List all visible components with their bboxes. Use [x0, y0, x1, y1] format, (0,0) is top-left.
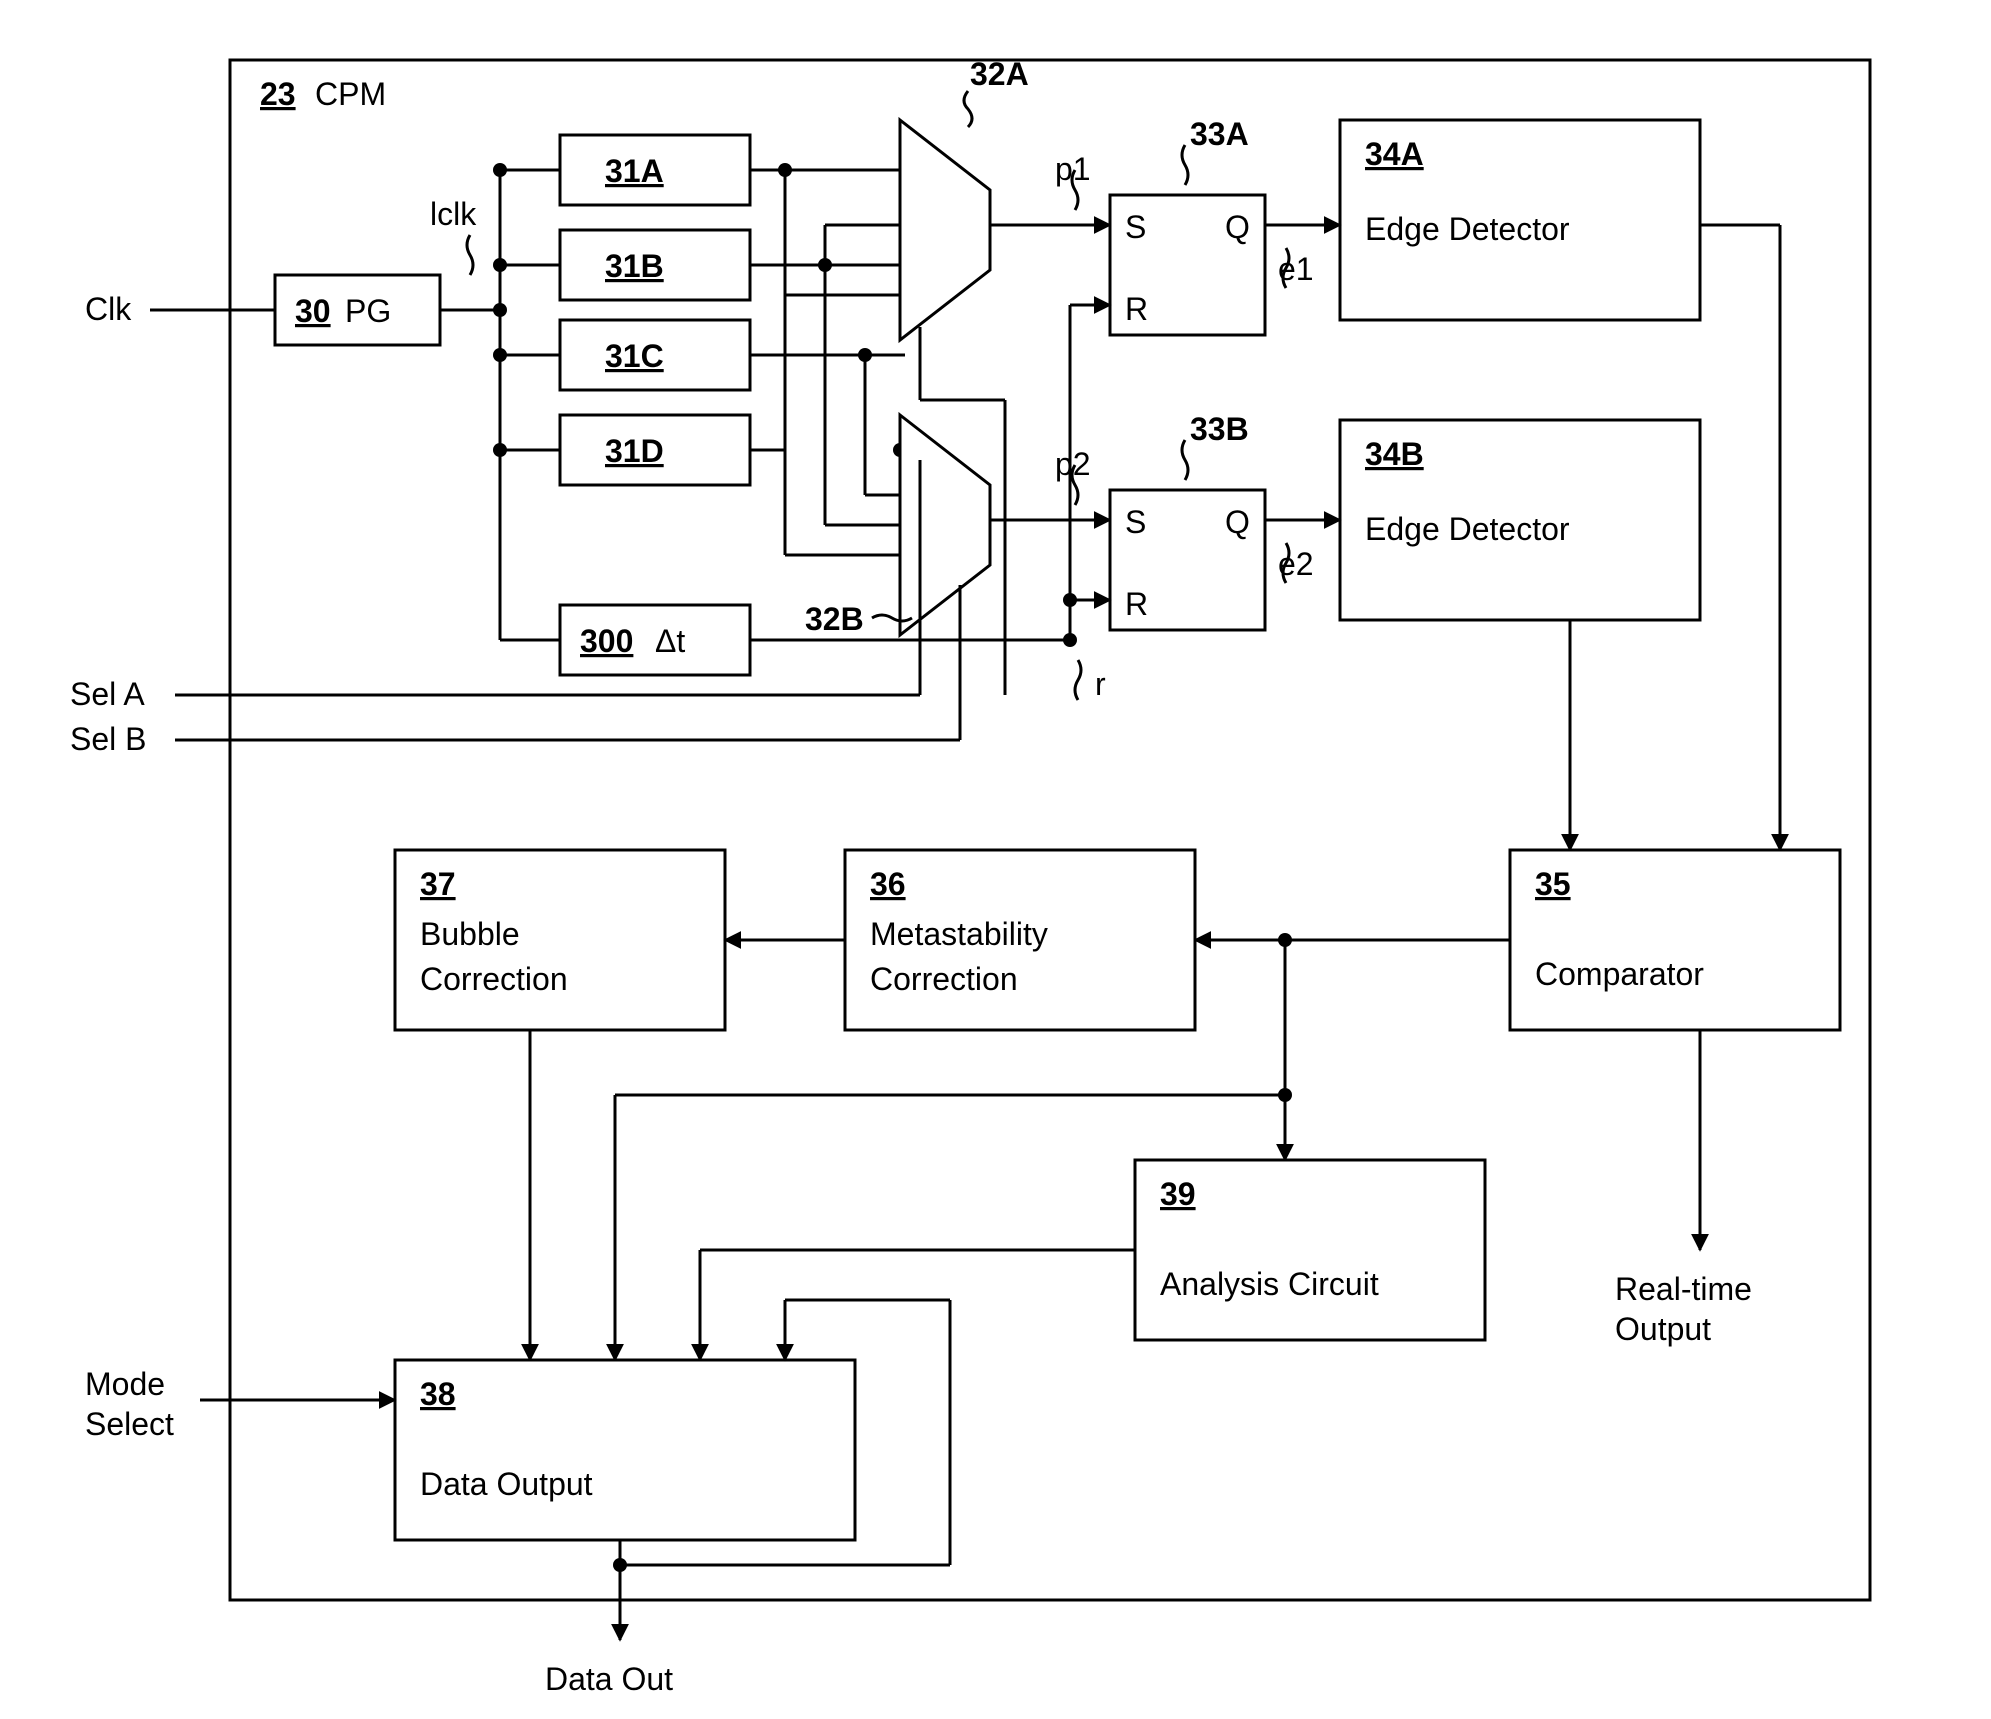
- latcha-q: Q: [1225, 209, 1250, 245]
- latchb-ref: 33B: [1190, 411, 1249, 447]
- eda-name: Edge Detector: [1365, 211, 1570, 247]
- pg-name: PG: [345, 293, 391, 329]
- latchb-s: S: [1125, 504, 1146, 540]
- cpm-ref: 23: [260, 76, 296, 112]
- name-300: Δt: [655, 623, 685, 659]
- mode-label-2: Select: [85, 1406, 174, 1442]
- lclk-label: lclk: [430, 196, 477, 232]
- latchb-q: Q: [1225, 504, 1250, 540]
- bubble-name2: Correction: [420, 961, 568, 997]
- cpm-diagram: 23 CPM Clk Sel A Sel B Mode Select 30 PG…: [0, 0, 1991, 1719]
- cmp-ref: 35: [1535, 866, 1571, 902]
- latcha-r: R: [1125, 291, 1148, 327]
- anal-ref: 39: [1160, 1176, 1196, 1212]
- ref-31c: 31C: [605, 338, 664, 374]
- dout-name: Data Output: [420, 1466, 593, 1502]
- latcha-ref: 33A: [1190, 116, 1249, 152]
- rt-label-1: Real-time: [1615, 1271, 1752, 1307]
- meta-ref: 36: [870, 866, 906, 902]
- r-label: r: [1095, 666, 1106, 702]
- cpm-name: CPM: [315, 76, 386, 112]
- ref-31b: 31B: [605, 248, 664, 284]
- rt-label-2: Output: [1615, 1311, 1711, 1347]
- eda-ref: 34A: [1365, 136, 1424, 172]
- bubble-ref: 37: [420, 866, 456, 902]
- muxb-ref: 32B: [805, 601, 864, 637]
- latchb-r: R: [1125, 586, 1148, 622]
- dataout-label: Data Out: [545, 1661, 673, 1697]
- sela-label: Sel A: [70, 676, 145, 712]
- ref-300: 300: [580, 623, 633, 659]
- clk-label: Clk: [85, 291, 132, 327]
- dout-ref: 38: [420, 1376, 456, 1412]
- cmp-name: Comparator: [1535, 956, 1704, 992]
- meta-name1: Metastability: [870, 916, 1048, 952]
- ref-31a: 31A: [605, 153, 664, 189]
- latcha-s: S: [1125, 209, 1146, 245]
- e1-label: e1: [1278, 251, 1314, 287]
- muxa-ref: 32A: [970, 56, 1029, 92]
- edb-name: Edge Detector: [1365, 511, 1570, 547]
- bubble-name1: Bubble: [420, 916, 520, 952]
- ref-31d: 31D: [605, 433, 664, 469]
- e2-label: e2: [1278, 546, 1314, 582]
- edb-ref: 34B: [1365, 436, 1424, 472]
- anal-name: Analysis Circuit: [1160, 1266, 1379, 1302]
- data-output-block: [395, 1360, 855, 1540]
- mode-label-1: Mode: [85, 1366, 165, 1402]
- selb-label: Sel B: [70, 721, 146, 757]
- meta-name2: Correction: [870, 961, 1018, 997]
- pg-ref: 30: [295, 293, 331, 329]
